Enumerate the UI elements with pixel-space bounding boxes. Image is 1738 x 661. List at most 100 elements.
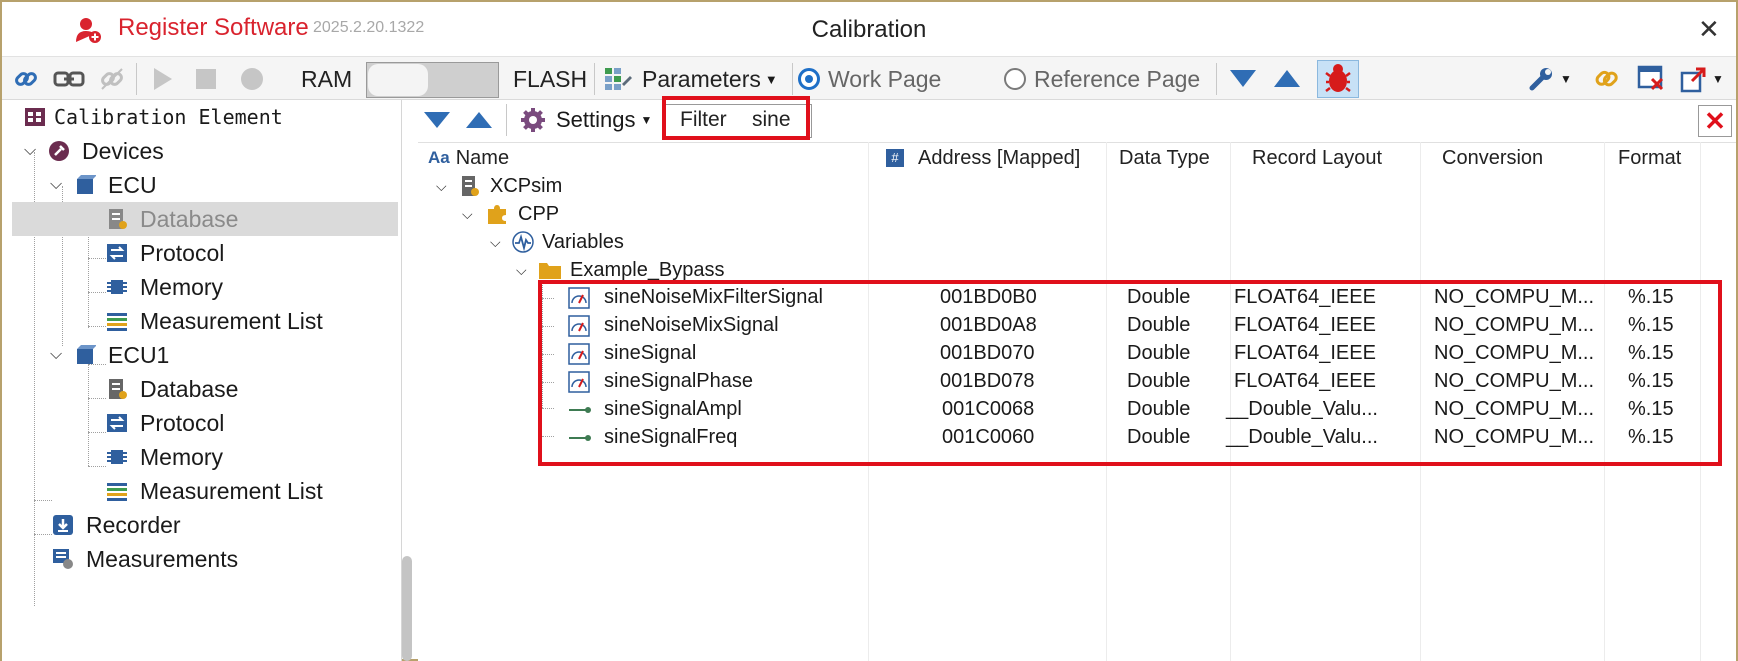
gear-icon (521, 108, 545, 132)
measurement-list-icon (107, 483, 127, 501)
window-title: Calibration (811, 16, 927, 43)
work-page-radio[interactable]: Work Page (798, 57, 941, 101)
column-header-data-type[interactable]: Data Type (1119, 143, 1210, 173)
toggle-knob (368, 64, 428, 96)
memory-chip-icon (107, 280, 127, 294)
link-gold-icon[interactable] (1592, 57, 1622, 101)
toolbar-separator (1216, 63, 1217, 95)
tools-dropdown[interactable]: ▼ (1528, 57, 1572, 101)
database-icon (109, 379, 127, 399)
tree-guide-line (88, 398, 106, 399)
tree-item-memory[interactable]: Memory (106, 270, 223, 304)
record-icon[interactable] (238, 57, 266, 101)
tree-node-variables[interactable]: ⌵ Variables (490, 228, 624, 256)
ecu-cube-icon (77, 175, 96, 194)
column-header-name[interactable]: Aa Name (428, 143, 509, 173)
debug-button[interactable] (1317, 60, 1359, 98)
ram-flash-toggle[interactable] (366, 62, 499, 98)
settings-dropdown[interactable]: Settings ▼ (520, 100, 652, 140)
calibration-element-tree: Calibration Element ⌵ Devices ⌵ ECU Data… (2, 100, 402, 661)
tree-guide-line (88, 432, 106, 433)
window-close-button[interactable]: ✕ (1698, 14, 1720, 45)
database-icon (462, 176, 479, 196)
tree-item-database[interactable]: Database (106, 372, 238, 406)
tree-guide-line (34, 534, 52, 535)
text-type-icon: Aa (428, 148, 450, 167)
tree-node-cpp[interactable]: ⌵ CPP (462, 200, 559, 228)
disconnect-icon[interactable] (96, 57, 128, 101)
upload-arrow-icon[interactable] (464, 106, 494, 134)
column-header-conversion[interactable]: Conversion (1442, 143, 1543, 173)
tree-guide-line (88, 258, 106, 259)
variables-panel: Settings ▼ Filter sine ✕ Aa Name # Addre… (418, 96, 1736, 661)
tree-guide-line (88, 220, 89, 328)
tree-item-ecu[interactable]: ⌵ ECU (50, 168, 157, 202)
radio-selected-icon (798, 68, 820, 90)
column-header-format[interactable]: Format (1618, 143, 1681, 173)
tree-guide-line (88, 292, 106, 293)
column-header-address[interactable]: # Address [Mapped] (886, 143, 1080, 173)
parameters-dropdown[interactable]: Parameters ▼ (604, 57, 778, 101)
column-header-record-layout[interactable]: Record Layout (1252, 143, 1382, 173)
filter-highlight-box (662, 96, 810, 140)
memory-chip-icon (107, 450, 127, 464)
tree-item-ecu1[interactable]: ⌵ ECU1 (50, 338, 169, 372)
chevron-down-icon[interactable]: ⌵ (50, 346, 68, 364)
tree-item-memory[interactable]: Memory (106, 440, 223, 474)
chevron-down-icon[interactable]: ⌵ (516, 262, 534, 279)
chevron-down-icon[interactable]: ⌵ (50, 176, 68, 194)
tree-item-protocol[interactable]: Protocol (106, 406, 224, 440)
connect-link-icon[interactable] (10, 57, 42, 101)
tree-guide-line (88, 326, 106, 327)
chevron-down-icon[interactable]: ⌵ (462, 206, 480, 223)
main-window: Register Software 2025.2.20.1322 Calibra… (0, 0, 1738, 661)
toolbar-separator (506, 104, 507, 136)
tree-node-xcpsim[interactable]: ⌵ XCPsim (436, 172, 562, 200)
tree-item-measurement-list[interactable]: Measurement List (106, 304, 323, 338)
chevron-down-icon[interactable]: ⌵ (490, 234, 508, 251)
measurements-icon (53, 549, 73, 569)
play-icon[interactable] (148, 57, 176, 101)
reference-page-radio[interactable]: Reference Page (1004, 57, 1200, 101)
export-dropdown[interactable]: ▼ (1680, 57, 1724, 101)
tree-guide-line (34, 500, 52, 501)
stop-icon[interactable] (192, 57, 220, 101)
toolbar-separator (136, 63, 137, 95)
puzzle-icon (488, 205, 506, 224)
tree-item-protocol[interactable]: Protocol (106, 236, 224, 270)
results-highlight-box (538, 280, 1722, 466)
radio-unselected-icon (1004, 68, 1026, 90)
variables-toolbar: Settings ▼ Filter sine ✕ (418, 96, 1736, 140)
export-icon (1680, 67, 1706, 93)
upload-arrow-icon[interactable] (1272, 57, 1302, 101)
ecu-cube-icon (77, 345, 96, 364)
tree-item-database[interactable]: Database (12, 202, 398, 236)
tree-item-measurements[interactable]: Measurements (52, 542, 238, 576)
chevron-down-icon: ▼ (764, 71, 778, 87)
protocol-icon (107, 414, 127, 432)
tree-item-measurement-list[interactable]: Measurement List (106, 474, 323, 508)
chain-icon[interactable] (52, 57, 86, 101)
title-bar: Register Software 2025.2.20.1322 Calibra… (2, 2, 1736, 56)
chevron-down-icon[interactable]: ⌵ (436, 178, 454, 195)
download-arrow-icon[interactable] (422, 106, 452, 134)
flash-label: FLASH (513, 65, 588, 92)
hash-icon: # (886, 149, 904, 167)
download-arrow-icon[interactable] (1228, 57, 1258, 101)
tree-item-recorder[interactable]: Recorder (52, 508, 181, 542)
toolbar-separator (594, 63, 595, 95)
close-panel-icon[interactable]: ✕ (1698, 105, 1732, 137)
wrench-icon (1529, 68, 1552, 91)
signal-wave-icon (512, 231, 534, 253)
parameters-grid-icon (605, 68, 632, 90)
ram-label: RAM (301, 65, 353, 92)
close-window-icon[interactable] (1636, 57, 1666, 101)
tree-guide-line (88, 466, 106, 467)
chevron-down-icon: ▼ (1712, 72, 1724, 86)
database-icon (109, 209, 127, 229)
tree-item-devices[interactable]: ⌵ Devices (24, 134, 164, 168)
chevron-down-icon[interactable]: ⌵ (24, 142, 42, 160)
bug-icon (1325, 64, 1351, 92)
chevron-down-icon: ▼ (640, 113, 653, 127)
left-panel-scrollbar[interactable] (402, 556, 412, 661)
